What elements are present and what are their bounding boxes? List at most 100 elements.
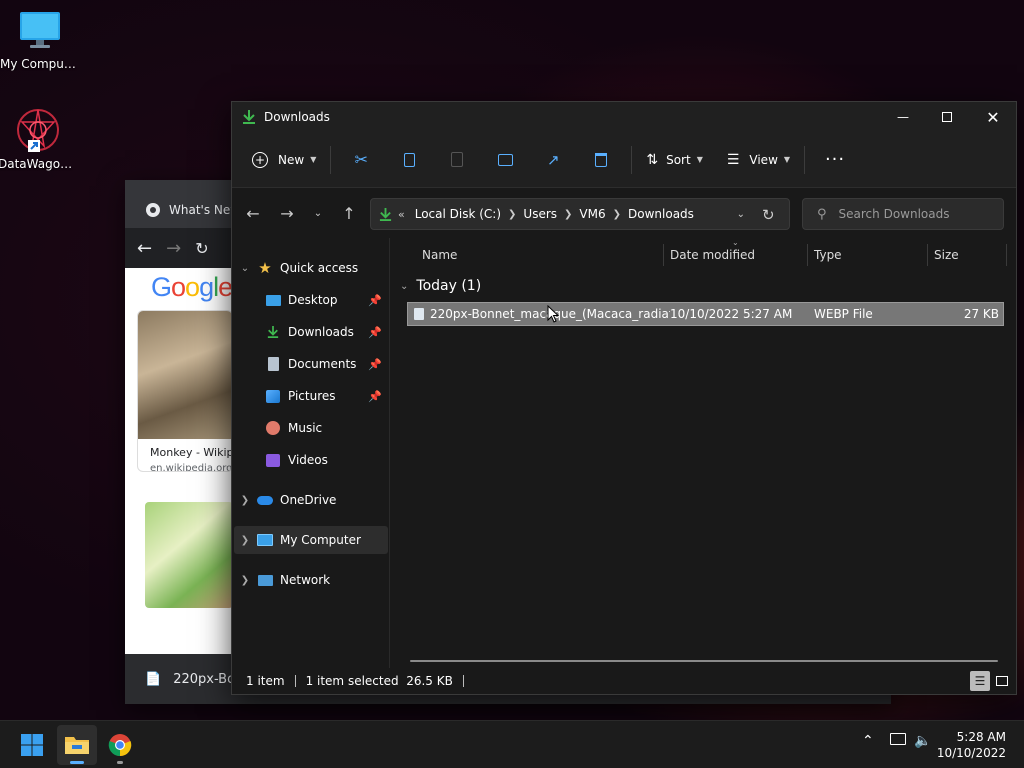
file-row[interactable]: 220px-Bonnet_macaque_(Macaca_radiat... 1… — [407, 302, 1004, 326]
sort-button-label: Sort — [666, 152, 691, 167]
pin-icon[interactable]: 📌 — [368, 326, 382, 339]
address-row: ← → ⌄ ↑ « Local Disk (C:) ❯ Users ❯ VM6 … — [232, 188, 1016, 238]
trash-icon — [595, 152, 608, 167]
forward-arrow-icon[interactable]: → — [166, 238, 181, 259]
result-card[interactable]: Monkey - Wikip en.wikipedia.org — [137, 310, 233, 472]
address-bar[interactable]: « Local Disk (C:) ❯ Users ❯ VM6 ❯ Downlo… — [370, 198, 790, 230]
breadcrumb-vm6[interactable]: VM6 — [579, 207, 605, 221]
nav-documents[interactable]: Documents 📌 — [234, 350, 388, 378]
breadcrumb-overflow-icon[interactable]: « — [398, 208, 405, 221]
nav-quick-access[interactable]: ⌄ ★ Quick access — [234, 254, 388, 282]
download-item-label[interactable]: 220px-Bo — [173, 672, 235, 687]
chevron-right-icon: ❯ — [508, 208, 517, 220]
scissors-icon: ✂ — [354, 150, 369, 169]
start-button[interactable] — [12, 725, 52, 765]
chevron-right-icon[interactable]: ❯ — [234, 495, 256, 506]
taskbar-clock[interactable]: 5:28 AM 10/10/2022 — [937, 729, 1006, 761]
network-icon — [256, 571, 274, 589]
nav-videos[interactable]: Videos — [234, 446, 388, 474]
search-box[interactable]: ⚲ Search Downloads — [802, 198, 1004, 230]
result-thumbnail-2 — [145, 502, 233, 608]
column-header-type[interactable]: Type — [814, 238, 842, 272]
column-label: Size — [934, 248, 959, 262]
search-icon: ⚲ — [817, 206, 827, 222]
address-history-chevron-icon[interactable]: ⌄ — [737, 209, 745, 220]
volume-tray-icon[interactable]: 🔈 — [914, 733, 931, 749]
column-divider[interactable] — [927, 244, 928, 266]
desktop-icon-my-computer[interactable]: My Computer — [0, 10, 80, 71]
breadcrumb-local-disk[interactable]: Local Disk (C:) — [415, 207, 501, 221]
reload-icon[interactable]: ↻ — [195, 239, 208, 258]
more-options-button[interactable]: ··· — [811, 142, 859, 178]
datawagon-logo-icon — [17, 109, 59, 152]
column-header-date[interactable]: Date modified — [670, 238, 755, 272]
maximize-button[interactable] — [924, 102, 970, 132]
file-type: WEBP File — [814, 307, 873, 321]
back-arrow-icon[interactable]: ← — [137, 238, 152, 259]
nav-pictures[interactable]: Pictures 📌 — [234, 382, 388, 410]
nav-music[interactable]: Music — [234, 414, 388, 442]
show-hidden-icons-button[interactable]: ⌃ — [862, 733, 874, 749]
copy-button[interactable] — [385, 142, 433, 178]
network-tray-icon[interactable] — [890, 733, 906, 749]
pin-icon[interactable]: 📌 — [368, 390, 382, 403]
new-button[interactable]: + New ▼ — [244, 142, 324, 178]
group-header-today[interactable]: ⌄ Today (1) — [400, 278, 481, 294]
browser-tab[interactable]: What's New — [137, 192, 240, 228]
desktop-icon-datawagon[interactable]: DataWagon... — [0, 106, 78, 171]
nav-label: Documents — [288, 357, 357, 371]
chevron-down-icon: ▼ — [696, 155, 703, 164]
details-view-button[interactable]: ☰ — [970, 671, 990, 691]
chevron-right-icon[interactable]: ❯ — [234, 575, 256, 586]
cut-button[interactable]: ✂ — [337, 142, 385, 178]
back-button[interactable]: ← — [236, 198, 270, 228]
share-button[interactable]: ↗ — [529, 142, 577, 178]
taskbar-chrome[interactable] — [100, 725, 140, 765]
nav-onedrive[interactable]: ❯ OneDrive — [234, 486, 388, 514]
nav-label: Pictures — [288, 389, 336, 403]
refresh-button[interactable]: ↻ — [762, 206, 775, 224]
chevron-down-icon: ▼ — [783, 155, 791, 164]
tiles-view-button[interactable] — [992, 671, 1012, 691]
chevron-right-icon[interactable]: ❯ — [234, 535, 256, 546]
monitor-icon — [256, 531, 274, 549]
nav-label: Downloads — [288, 325, 354, 339]
breadcrumb-users[interactable]: Users — [523, 207, 557, 221]
status-bar: 1 item 1 item selected 26.5 KB ☰ — [232, 668, 1016, 694]
delete-button[interactable] — [577, 142, 625, 178]
chevron-down-icon: ⌄ — [400, 280, 409, 292]
nav-desktop[interactable]: Desktop 📌 — [234, 286, 388, 314]
chevron-down-icon[interactable]: ⌄ — [234, 263, 256, 274]
nav-network[interactable]: ❯ Network — [234, 566, 388, 594]
column-divider[interactable] — [663, 244, 664, 266]
pin-icon[interactable]: 📌 — [368, 294, 382, 307]
column-header-name[interactable]: Name — [422, 238, 457, 272]
recent-locations-button[interactable]: ⌄ — [304, 198, 332, 228]
breadcrumb-downloads[interactable]: Downloads — [628, 207, 694, 221]
horizontal-scrollbar[interactable] — [410, 660, 998, 662]
file-explorer-window[interactable]: Downloads — ✕ + New ▼ ✂ ↗ ⇅ Sort ▼ ☰ Vie… — [231, 101, 1017, 695]
close-button[interactable]: ✕ — [970, 102, 1016, 132]
result-thumbnail — [138, 311, 232, 439]
minimize-button[interactable]: — — [880, 102, 926, 132]
mouse-cursor-icon — [547, 305, 559, 323]
rename-button[interactable] — [481, 142, 529, 178]
column-divider[interactable] — [1006, 244, 1007, 266]
paste-button[interactable] — [433, 142, 481, 178]
up-button[interactable]: ↑ — [332, 198, 366, 228]
nav-label: Videos — [288, 453, 328, 467]
view-button[interactable]: ☰ View ▼ — [719, 142, 798, 178]
copy-icon — [403, 152, 415, 167]
result-url: en.wikipedia.org — [150, 463, 233, 472]
taskbar-file-explorer[interactable] — [57, 725, 97, 765]
chevron-up-icon: ⌃ — [862, 733, 874, 749]
pin-icon[interactable]: 📌 — [368, 358, 382, 371]
google-logo: Google — [151, 272, 233, 302]
forward-button[interactable]: → — [270, 198, 304, 228]
nav-my-computer[interactable]: ❯ My Computer — [234, 526, 388, 554]
nav-downloads[interactable]: Downloads 📌 — [234, 318, 388, 346]
column-divider[interactable] — [807, 244, 808, 266]
column-header-size[interactable]: Size — [934, 238, 959, 272]
sort-button[interactable]: ⇅ Sort ▼ — [638, 142, 711, 178]
clock-date: 10/10/2022 — [936, 746, 1006, 760]
